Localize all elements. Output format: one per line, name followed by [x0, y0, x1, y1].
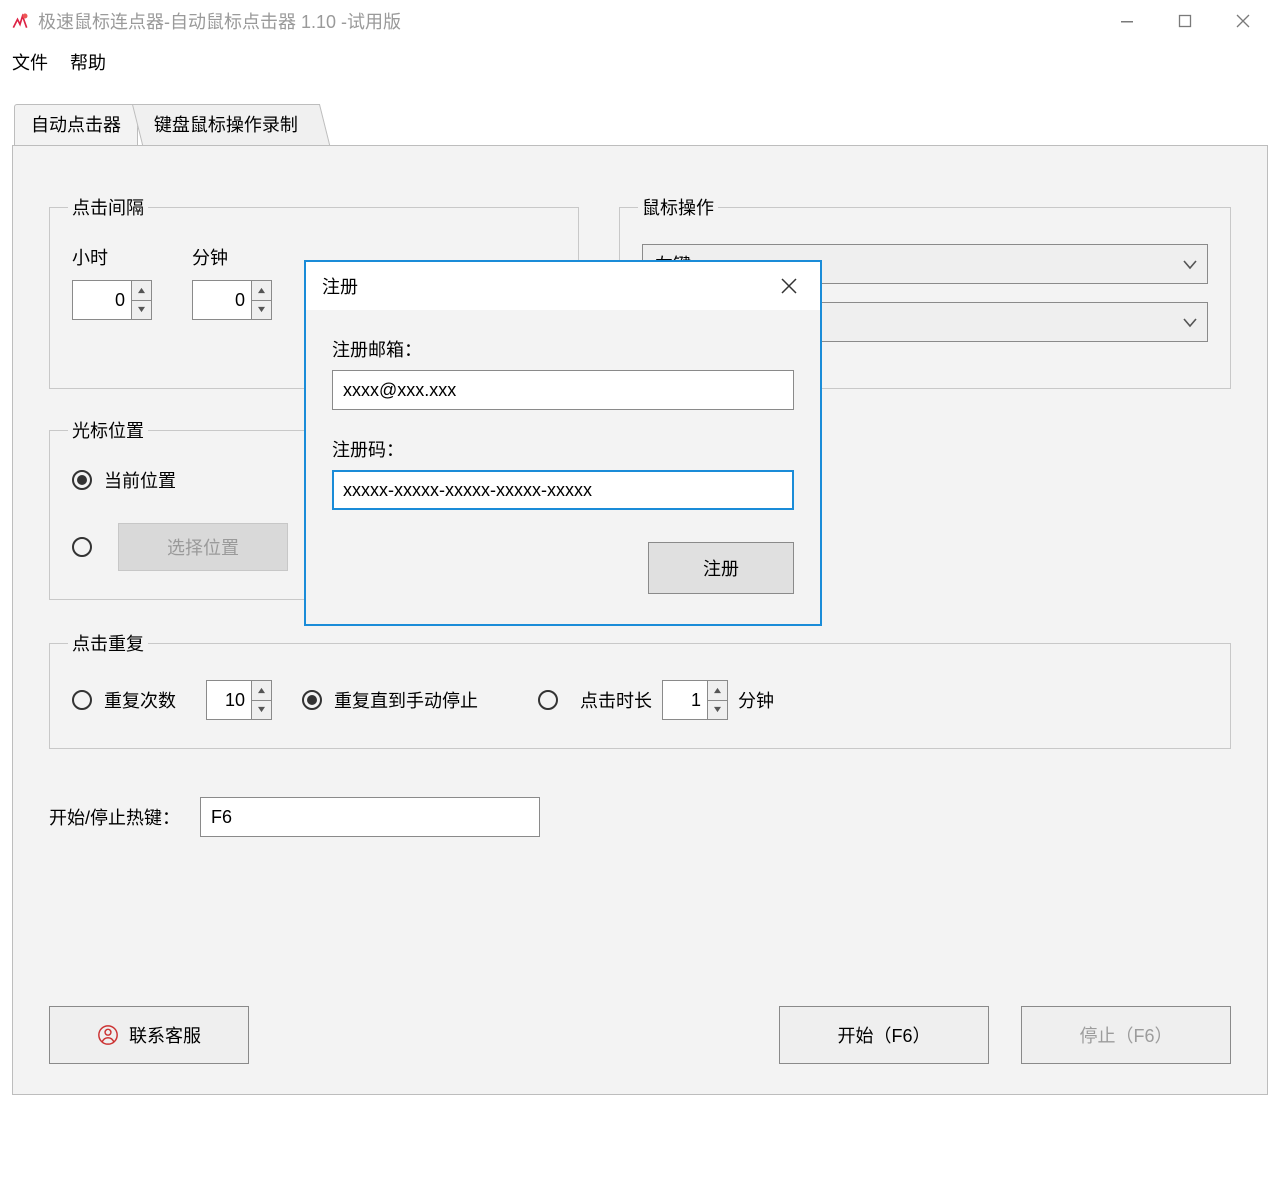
group-legend: 点击间隔: [68, 194, 148, 220]
spinner-up-icon[interactable]: [252, 281, 271, 301]
button-label: 联系客服: [129, 1022, 201, 1048]
radio-label: 当前位置: [104, 467, 176, 493]
spinner-down-icon[interactable]: [132, 301, 151, 320]
window-title: 极速鼠标连点器-自动鼠标点击器 1.10 -试用版: [38, 8, 401, 34]
button-label: 开始（F6）: [837, 1022, 930, 1048]
radio-icon: [72, 690, 92, 710]
dialog-titlebar: 注册: [306, 262, 820, 310]
stop-button[interactable]: 停止（F6）: [1021, 1006, 1231, 1064]
code-label: 注册码：: [332, 436, 794, 462]
email-label: 注册邮箱：: [332, 336, 794, 362]
code-input[interactable]: [332, 470, 794, 510]
radio-icon: [302, 690, 322, 710]
tab-label: 自动点击器: [31, 115, 121, 135]
email-input[interactable]: [332, 370, 794, 410]
hours-label: 小时: [72, 244, 152, 270]
spinner-up-icon[interactable]: [252, 681, 271, 701]
radio-label: 重复直到手动停止: [334, 687, 478, 713]
menu-file[interactable]: 文件: [12, 49, 48, 75]
repeat-times-input[interactable]: [207, 681, 251, 719]
tabs: 自动点击器 键盘鼠标操作录制: [0, 104, 1280, 145]
minutes-spinner[interactable]: [192, 280, 272, 320]
duration-input[interactable]: [663, 681, 707, 719]
hotkey-label: 开始/停止热键：: [49, 804, 180, 830]
group-click-repeat: 点击重复 重复次数 重复直到手动停止 点击时长: [49, 630, 1231, 749]
hours-input[interactable]: [73, 281, 131, 319]
radio-label: 重复次数: [104, 687, 176, 713]
pick-position-button[interactable]: 选择位置: [118, 523, 288, 571]
bottom-buttons: 联系客服 开始（F6） 停止（F6）: [49, 1006, 1231, 1064]
spinner-down-icon[interactable]: [252, 301, 271, 320]
window-titlebar: 极速鼠标连点器-自动鼠标点击器 1.10 -试用版: [0, 0, 1280, 42]
menu-help[interactable]: 帮助: [70, 49, 106, 75]
radio-repeat-times[interactable]: 重复次数: [72, 687, 176, 713]
radio-icon: [538, 690, 558, 710]
minutes-label: 分钟: [192, 244, 272, 270]
register-dialog: 注册 注册邮箱： 注册码： 注册: [304, 260, 822, 626]
app-icon: [10, 11, 30, 31]
group-legend: 光标位置: [68, 417, 148, 443]
tab-label: 键盘鼠标操作录制: [154, 111, 298, 137]
tab-auto-clicker[interactable]: 自动点击器: [14, 104, 138, 145]
group-legend: 点击重复: [68, 630, 148, 656]
duration-spinner[interactable]: [662, 680, 728, 720]
start-button[interactable]: 开始（F6）: [779, 1006, 989, 1064]
minutes-input[interactable]: [193, 281, 251, 319]
tab-recorder[interactable]: 键盘鼠标操作录制: [132, 104, 330, 145]
close-button[interactable]: [1214, 1, 1272, 41]
hotkey-input[interactable]: [200, 797, 540, 837]
spinner-down-icon[interactable]: [252, 701, 271, 720]
radio-repeat-until-stop[interactable]: 重复直到手动停止: [302, 687, 478, 713]
contact-support-button[interactable]: 联系客服: [49, 1006, 249, 1064]
radio-icon: [72, 537, 92, 557]
radio-label: 点击时长: [580, 687, 652, 713]
menubar: 文件 帮助: [0, 42, 1280, 82]
group-legend: 鼠标操作: [638, 194, 718, 220]
chevron-down-icon: [1183, 254, 1197, 275]
radio-click-duration[interactable]: 点击时长 分钟: [538, 680, 774, 720]
spinner-up-icon[interactable]: [708, 681, 727, 701]
repeat-times-spinner[interactable]: [206, 680, 272, 720]
spinner-up-icon[interactable]: [132, 281, 151, 301]
radio-icon: [72, 470, 92, 490]
person-icon: [97, 1024, 119, 1046]
spinner-down-icon[interactable]: [708, 701, 727, 720]
dialog-close-button[interactable]: [764, 266, 814, 306]
minimize-button[interactable]: [1098, 1, 1156, 41]
maximize-button[interactable]: [1156, 1, 1214, 41]
duration-unit: 分钟: [738, 687, 774, 713]
register-submit-button[interactable]: 注册: [648, 542, 794, 594]
hotkey-row: 开始/停止热键：: [49, 797, 1231, 837]
hours-spinner[interactable]: [72, 280, 152, 320]
dialog-title: 注册: [322, 273, 358, 299]
button-label: 停止（F6）: [1079, 1022, 1172, 1048]
button-label: 注册: [703, 559, 739, 579]
chevron-down-icon: [1183, 312, 1197, 333]
